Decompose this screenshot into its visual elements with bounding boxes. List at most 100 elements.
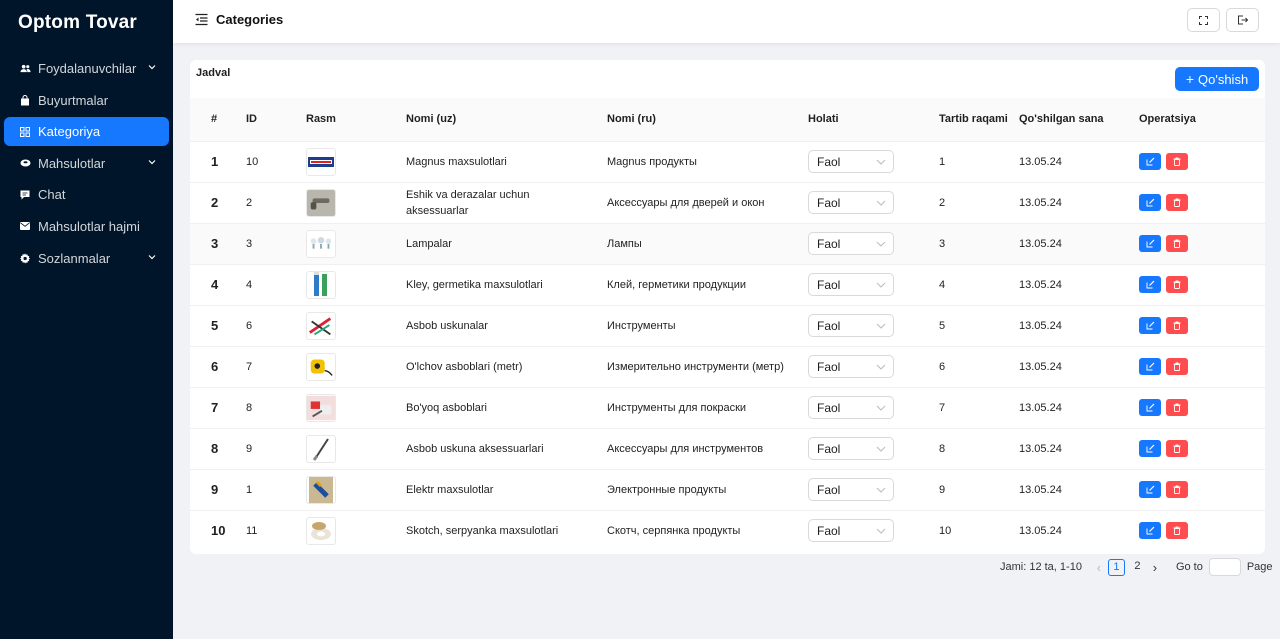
sidebar-item-label: Mahsulotlar: [38, 155, 106, 171]
row-date: 13.05.24: [1019, 304, 1139, 346]
sidebar-item-chat[interactable]: Chat: [4, 180, 169, 209]
row-date: 13.05.24: [1019, 181, 1139, 223]
row-name-uz: Asbob uskuna aksessuarlari: [406, 427, 607, 469]
page-1[interactable]: 1: [1107, 558, 1125, 576]
row-image-cell: [306, 181, 406, 223]
logout-button[interactable]: [1226, 8, 1259, 32]
delete-button[interactable]: [1166, 235, 1188, 252]
col-header-date: Qo'shilgan sana: [1019, 98, 1139, 141]
row-date: 13.05.24: [1019, 509, 1139, 551]
menu-fold-icon[interactable]: [195, 13, 208, 26]
category-image: [306, 229, 336, 258]
table-row: 8 9 Asbob uskuna aksessuarlari Аксессуары д…: [190, 427, 1265, 469]
delete-button[interactable]: [1166, 153, 1188, 170]
edit-button[interactable]: [1139, 522, 1161, 540]
row-operations: [1139, 386, 1265, 428]
status-select[interactable]: Faol: [808, 437, 894, 460]
col-header-operations: Operatsiya: [1139, 98, 1265, 141]
edit-button[interactable]: [1139, 399, 1161, 416]
edit-button[interactable]: [1139, 276, 1161, 293]
category-image: [306, 270, 336, 299]
status-select[interactable]: Faol: [808, 232, 894, 255]
table-row: 6 7 O'lchov asboblari (metr) Измерительно и…: [190, 345, 1265, 387]
status-value: Faol: [817, 318, 841, 333]
edit-button[interactable]: [1139, 153, 1161, 170]
table-row: 7 8 Bo'yoq asboblari Инструменты для покрас…: [190, 386, 1265, 428]
delete-button[interactable]: [1166, 399, 1188, 416]
edit-button[interactable]: [1139, 317, 1161, 334]
page-label: Page: [1246, 561, 1273, 573]
sidebar: Optom Tovar Foydalanuvchilar Buyurtmalar…: [0, 0, 173, 639]
status-select[interactable]: Faol: [808, 314, 894, 337]
row-name-uz: Skotch, serpyanka maxsulotlari: [406, 509, 607, 551]
add-category-button[interactable]: + Qo'shish: [1175, 67, 1259, 91]
sidebar-item-mahsulotlar[interactable]: Mahsulotlar: [4, 149, 169, 178]
row-number: 10: [190, 509, 246, 551]
row-order: 8: [939, 427, 1019, 469]
sidebar-item-label: Kategoriya: [38, 124, 101, 140]
delete-button[interactable]: [1166, 194, 1188, 211]
card-title: Jadval: [196, 67, 231, 79]
row-status-cell: Faol: [808, 181, 939, 223]
sidebar-item-label: Sozlanmalar: [38, 250, 111, 266]
sidebar-item-foydalanuvchilar[interactable]: Foydalanuvchilar: [4, 54, 169, 83]
row-status-cell: Faol: [808, 427, 939, 469]
col-header-status: Holati: [808, 98, 939, 141]
edit-icon: [1146, 280, 1154, 289]
delete-button[interactable]: [1166, 522, 1188, 540]
sidebar-item-mahsulotlar-hajmi[interactable]: Mahsulotlar hajmi: [4, 212, 169, 241]
table-row: 3 3 Lampalar Лампы Faol 3 13.05.24: [190, 222, 1265, 264]
goto-page-input[interactable]: [1208, 558, 1241, 576]
product-icon: [19, 157, 31, 169]
status-select[interactable]: Faol: [808, 355, 894, 378]
status-value: Faol: [817, 400, 841, 415]
delete-button[interactable]: [1166, 276, 1188, 293]
sidebar-item-sozlanmalar[interactable]: Sozlanmalar: [4, 244, 169, 273]
pagination: Jami: 12 ta, 1-10 ‹ 1 2 › Go to Page: [1000, 557, 1273, 577]
sidebar-item-buyurtmalar[interactable]: Buyurtmalar: [4, 86, 169, 115]
next-page-icon[interactable]: ›: [1148, 560, 1162, 575]
edit-button[interactable]: [1139, 440, 1161, 457]
edit-button[interactable]: [1139, 358, 1161, 375]
row-number: 1: [190, 140, 246, 182]
row-image-cell: [306, 509, 406, 551]
sidebar-item-label: Foydalanuvchilar: [38, 61, 137, 76]
status-select[interactable]: Faol: [808, 191, 894, 214]
row-image-cell: [306, 468, 406, 510]
status-select[interactable]: Faol: [808, 519, 894, 543]
fullscreen-button[interactable]: [1187, 8, 1220, 32]
status-select[interactable]: Faol: [808, 396, 894, 419]
table-row: 9 1 Elektr maxsulotlar Электронные продукты…: [190, 468, 1265, 510]
prev-page-icon[interactable]: ‹: [1092, 560, 1106, 575]
edit-button[interactable]: [1139, 235, 1161, 252]
status-value: Faol: [817, 195, 841, 210]
chevron-down-icon: [876, 323, 886, 329]
status-select[interactable]: Faol: [808, 150, 894, 173]
page-2[interactable]: 2: [1129, 559, 1146, 576]
delete-button[interactable]: [1166, 440, 1188, 457]
edit-button[interactable]: [1139, 481, 1161, 498]
chevron-down-icon: [148, 254, 156, 259]
sidebar-item-kategoriya[interactable]: Kategoriya: [4, 117, 169, 147]
row-number: 3: [190, 222, 246, 264]
categories-card: Jadval + Qo'shish # ID Rasm Nomi (uz) No…: [190, 60, 1265, 554]
status-select[interactable]: Faol: [808, 478, 894, 501]
category-image: [306, 188, 336, 217]
app-logo: Optom Tovar: [18, 12, 138, 33]
chevron-down-icon: [876, 487, 886, 493]
delete-button[interactable]: [1166, 481, 1188, 498]
row-name-uz: Asbob uskunalar: [406, 304, 607, 346]
row-id: 7: [246, 345, 306, 387]
category-image: [306, 311, 336, 340]
delete-button[interactable]: [1166, 358, 1188, 375]
edit-icon: [1146, 198, 1154, 207]
row-id: 6: [246, 304, 306, 346]
edit-button[interactable]: [1139, 194, 1161, 211]
row-id: 10: [246, 140, 306, 182]
row-name-ru: Magnus продукты: [607, 140, 808, 182]
chevron-down-icon: [148, 159, 156, 165]
delete-button[interactable]: [1166, 317, 1188, 334]
edit-icon: [1146, 239, 1154, 248]
status-select[interactable]: Faol: [808, 273, 894, 296]
row-image-cell: [306, 304, 406, 346]
